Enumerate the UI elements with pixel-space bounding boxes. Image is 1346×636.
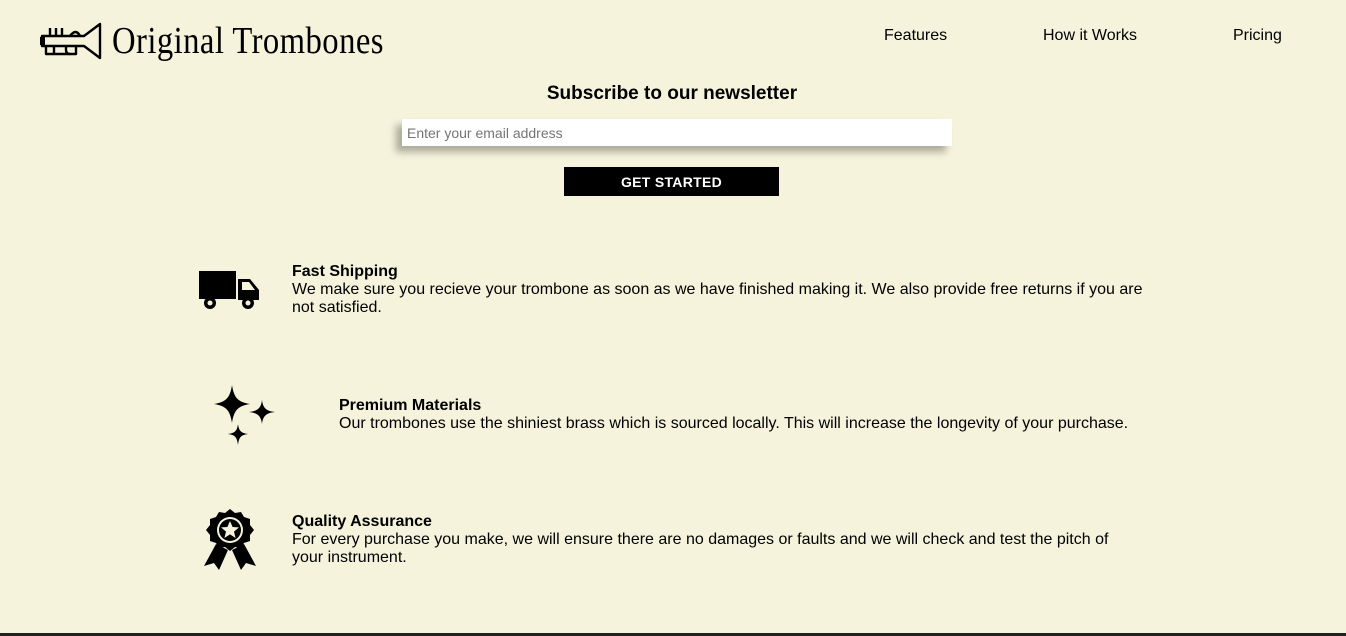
- feature-description: Our trombones use the shiniest brass whi…: [339, 415, 1129, 432]
- feature-text: Premium Materials Our trombones use the …: [339, 397, 1159, 433]
- feature-description: For every purchase you make, we will ens…: [292, 531, 1109, 566]
- nav-link-how-it-works[interactable]: How it Works: [1043, 26, 1137, 46]
- feature-description: We make sure you recieve your trombone a…: [292, 281, 1143, 316]
- sparkles-icon: [214, 385, 275, 445]
- nav-link-pricing[interactable]: Pricing: [1233, 26, 1282, 46]
- main-nav: Features How it Works Pricing: [0, 26, 1346, 48]
- feature-title: Quality Assurance: [292, 513, 432, 530]
- nav-link-features[interactable]: Features: [884, 26, 947, 46]
- feature-title: Premium Materials: [339, 397, 482, 414]
- get-started-button[interactable]: GET STARTED: [564, 167, 779, 196]
- feature-text: Fast Shipping We make sure you recieve y…: [292, 263, 1152, 317]
- feature-title: Fast Shipping: [292, 263, 398, 280]
- newsletter-title: Subscribe to our newsletter: [546, 83, 798, 104]
- truck-icon: [199, 271, 259, 309]
- award-badge-icon: [204, 509, 256, 570]
- page: Original Trombones Features How it Works…: [0, 0, 1346, 636]
- feature-text: Quality Assurance For every purchase you…: [292, 513, 1132, 567]
- email-input[interactable]: [402, 119, 952, 146]
